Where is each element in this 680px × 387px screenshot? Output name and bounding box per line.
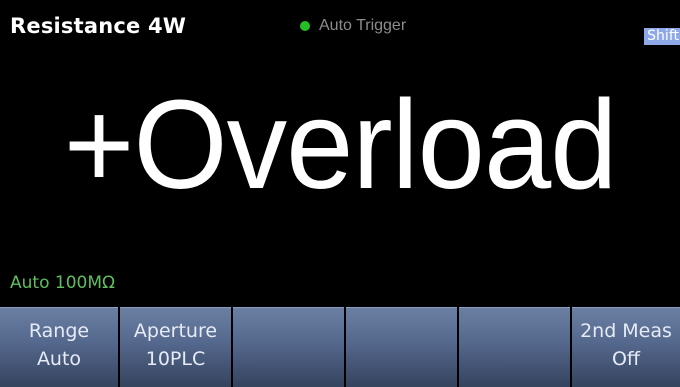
softkey-label: 2nd Meas	[580, 320, 672, 342]
softkey-value	[459, 319, 570, 323]
softkey-blank-3[interactable]	[233, 307, 344, 387]
dmm-display: Resistance 4W Auto Trigger Shift +Overlo…	[0, 0, 680, 387]
softkey-blank-5[interactable]	[459, 307, 570, 387]
softkey-value: Auto	[36, 348, 82, 370]
softkey-blank-4[interactable]	[346, 307, 457, 387]
range-info: Auto 100MΩ	[10, 273, 115, 293]
softkey-value	[233, 319, 344, 323]
softkey-value	[346, 319, 457, 323]
trigger-mode-label: Auto Trigger	[319, 17, 407, 34]
softkey-bar: Range Auto Aperture 10PLC 2nd Meas Off	[0, 307, 680, 387]
softkey-2nd-meas[interactable]: 2nd Meas Off	[572, 307, 680, 387]
softkey-label	[459, 308, 570, 319]
function-title: Resistance 4W	[10, 14, 187, 38]
softkey-value: Off	[611, 348, 641, 370]
softkey-label	[346, 308, 457, 319]
softkey-range[interactable]: Range Auto	[0, 307, 118, 387]
softkey-label	[233, 308, 344, 319]
softkey-value: 10PLC	[145, 348, 206, 370]
trigger-active-dot-icon	[300, 21, 310, 31]
trigger-status: Auto Trigger	[300, 17, 406, 35]
main-reading: +Overload	[63, 74, 618, 215]
softkey-label: Range	[28, 320, 90, 342]
shift-indicator: Shift	[644, 28, 680, 45]
softkey-label: Aperture	[133, 320, 218, 342]
softkey-aperture[interactable]: Aperture 10PLC	[120, 307, 231, 387]
